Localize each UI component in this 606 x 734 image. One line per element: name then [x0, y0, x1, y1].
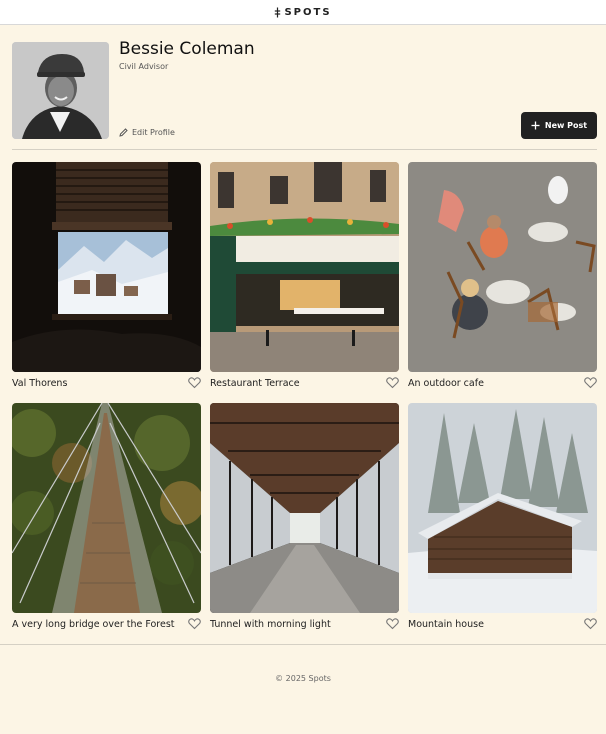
new-post-button[interactable]: New Post	[521, 112, 597, 139]
card-image[interactable]	[12, 403, 201, 613]
site-footer: © 2025 Spots	[0, 674, 606, 683]
card-title: Restaurant Terrace	[210, 378, 300, 389]
card-title: Mountain house	[408, 619, 484, 630]
spots-logo-icon	[275, 7, 281, 17]
profile-name: Bessie Coleman	[119, 39, 255, 59]
site-logo[interactable]: SPOTS	[274, 7, 331, 18]
card-title: An outdoor cafe	[408, 378, 484, 389]
avatar	[12, 42, 109, 139]
plus-icon	[531, 121, 540, 130]
footer-divider	[0, 644, 606, 645]
heart-icon[interactable]	[386, 617, 399, 630]
card-image[interactable]	[210, 162, 399, 372]
profile-divider	[12, 149, 597, 150]
card-title: Val Thorens	[12, 378, 68, 389]
heart-icon[interactable]	[584, 376, 597, 389]
edit-profile-button[interactable]: Edit Profile	[119, 128, 175, 137]
avatar-photo	[12, 42, 109, 139]
card-title: A very long bridge over the Forest	[12, 619, 175, 630]
new-post-label: New Post	[544, 121, 588, 130]
card-image[interactable]	[408, 403, 597, 613]
heart-icon[interactable]	[188, 376, 201, 389]
edit-profile-label: Edit Profile	[132, 128, 175, 137]
heart-icon[interactable]	[584, 617, 597, 630]
copyright-text: © 2025 Spots	[275, 674, 331, 683]
profile-section: Bessie Coleman Civil Advisor Edit Profil…	[12, 39, 597, 139]
pencil-icon	[119, 128, 128, 137]
profile-role: Civil Advisor	[119, 62, 169, 71]
heart-icon[interactable]	[386, 376, 399, 389]
logo-text: SPOTS	[284, 6, 332, 18]
card-image[interactable]	[12, 162, 201, 372]
card-title: Tunnel with morning light	[210, 619, 331, 630]
card-image[interactable]	[210, 403, 399, 613]
site-header: SPOTS	[0, 0, 606, 25]
card-image[interactable]	[408, 162, 597, 372]
heart-icon[interactable]	[188, 617, 201, 630]
